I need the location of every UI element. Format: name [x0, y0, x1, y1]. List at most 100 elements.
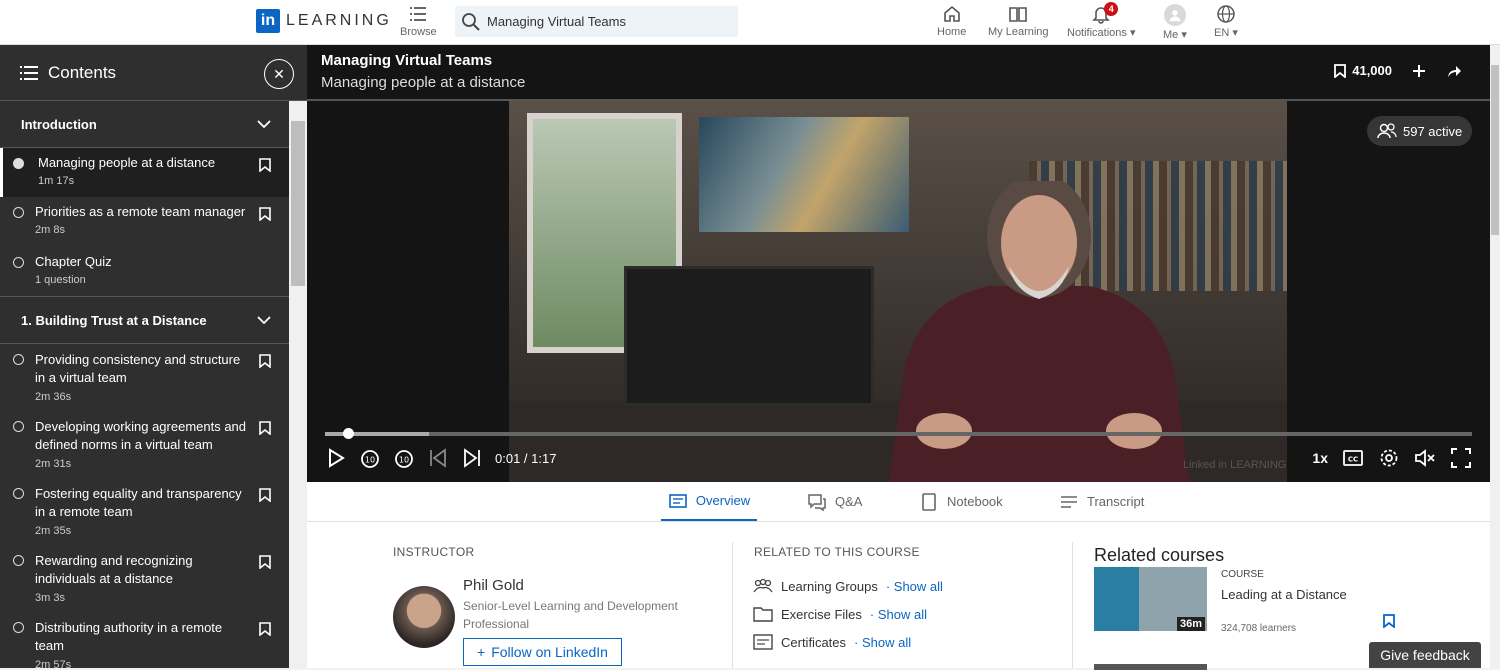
rewind-10-icon[interactable]: 10 — [359, 447, 381, 469]
give-feedback-button[interactable]: Give feedback — [1369, 642, 1481, 668]
me-nav[interactable]: Me ▾ — [1163, 4, 1187, 41]
list-item[interactable]: Chapter Quiz 1 question — [0, 247, 289, 297]
notebook-icon — [922, 492, 936, 511]
bookmark-icon[interactable] — [259, 488, 271, 502]
item-title: Fostering equality and transparency in a… — [35, 486, 242, 519]
bookmark-icon[interactable] — [259, 354, 271, 368]
bookmark-icon[interactable] — [259, 555, 271, 569]
section-header-building-trust[interactable]: 1. Building Trust at a Distance — [0, 297, 289, 344]
linkedin-learning-logo[interactable]: in LEARNING — [256, 9, 392, 33]
brand-text: LEARNING — [286, 12, 392, 29]
browse-button[interactable]: Browse — [400, 4, 437, 38]
item-duration: 2m 31s — [35, 458, 72, 470]
show-all-link[interactable]: · Show all — [854, 635, 911, 650]
list-item[interactable]: Developing working agreements and define… — [0, 411, 289, 478]
me-label: Me ▾ — [1163, 29, 1187, 41]
list-item[interactable]: Distributing authority in a remote team … — [0, 612, 289, 668]
close-sidebar-button[interactable]: ✕ — [264, 59, 294, 89]
notifications-nav[interactable]: 4 Notifications ▾ — [1067, 2, 1136, 39]
tab-overview[interactable]: Overview — [661, 482, 757, 521]
video-progress-bar[interactable] — [325, 428, 1472, 439]
save-count: 41,000 — [1352, 63, 1392, 78]
instructor-video-figure — [889, 181, 1189, 482]
item-title: Chapter Quiz — [35, 254, 112, 269]
notifications-label: Notifications ▾ — [1067, 27, 1136, 39]
svg-text:CC: CC — [1348, 456, 1358, 464]
bookmark-icon[interactable] — [259, 421, 271, 435]
active-count: 597 active — [1403, 123, 1463, 139]
progress-handle[interactable] — [343, 428, 355, 439]
course-title: Managing Virtual Teams — [321, 52, 493, 69]
fullscreen-icon[interactable] — [1450, 447, 1472, 469]
related-course-thumbnail[interactable]: 36m — [1094, 567, 1207, 631]
active-learners-badge[interactable]: 597 active — [1367, 116, 1473, 146]
next-video-icon[interactable] — [461, 447, 483, 469]
tab-transcript[interactable]: Transcript — [1059, 482, 1144, 521]
list-item[interactable]: Fostering equality and transparency in a… — [0, 478, 289, 545]
globe-icon — [1217, 5, 1235, 23]
scrollbar-thumb[interactable] — [291, 121, 305, 286]
page-scrollbar[interactable] — [1490, 45, 1500, 668]
mute-icon[interactable] — [1414, 447, 1436, 469]
share-icon[interactable] — [1446, 64, 1462, 78]
instructor-title: Senior-Level Learning and Development Pr… — [463, 599, 678, 631]
speed-button[interactable]: 1x — [1312, 450, 1328, 466]
add-icon[interactable] — [1412, 64, 1426, 78]
svg-text:10: 10 — [365, 456, 375, 465]
related-courses-heading: Related courses — [1094, 545, 1225, 565]
search-input[interactable] — [487, 14, 727, 29]
related-course-thumbnail-2[interactable] — [1094, 664, 1207, 670]
item-title: Rewarding and recognizing individuals at… — [35, 553, 193, 586]
unwatched-indicator-icon — [13, 421, 24, 432]
avatar — [1163, 4, 1186, 26]
item-duration: 2m 57s — [35, 659, 72, 668]
instructor-label: INSTRUCTOR — [393, 545, 475, 559]
video-frame — [509, 101, 1287, 482]
sidebar-title: Contents — [48, 62, 117, 82]
video-player[interactable]: Managing Virtual Teams Managing people a… — [307, 45, 1490, 482]
list-item[interactable]: Priorities as a remote team manager 2m 8… — [0, 197, 289, 247]
play-icon[interactable] — [325, 447, 347, 469]
my-learning-nav[interactable]: My Learning — [988, 4, 1049, 38]
item-duration: 1 question — [35, 274, 86, 286]
tab-qa[interactable]: Q&A — [807, 482, 862, 521]
section-title: 1. Building Trust at a Distance — [21, 312, 207, 328]
related-item-label: Certificates — [781, 634, 847, 650]
settings-gear-icon[interactable] — [1378, 447, 1400, 469]
follow-on-linkedin-button[interactable]: + Follow on LinkedIn — [463, 638, 622, 666]
chevron-down-icon — [257, 316, 271, 324]
unwatched-indicator-icon — [13, 488, 24, 499]
instructor-name[interactable]: Phil Gold — [463, 577, 524, 594]
closed-captions-icon[interactable]: CC — [1342, 447, 1364, 469]
bookmark-icon[interactable] — [259, 622, 271, 636]
bookmark-icon[interactable] — [259, 207, 271, 221]
tab-label: Overview — [695, 493, 751, 508]
language-label: EN ▾ — [1214, 27, 1238, 39]
page-scrollbar-thumb[interactable] — [1491, 65, 1499, 235]
buffered-bar — [325, 432, 429, 436]
sidebar-scrollbar[interactable] — [289, 101, 307, 668]
previous-video-icon[interactable] — [427, 447, 449, 469]
save-course-button[interactable]: 41,000 — [1334, 63, 1392, 78]
chevron-down-icon — [257, 120, 271, 128]
forward-10-icon[interactable]: 10 — [393, 447, 415, 469]
instructor-photo[interactable] — [393, 586, 455, 648]
list-item[interactable]: Rewarding and recognizing individuals at… — [0, 545, 289, 612]
tab-notebook[interactable]: Notebook — [919, 482, 1003, 521]
show-all-link[interactable]: · Show all — [886, 579, 943, 594]
home-nav[interactable]: Home — [937, 4, 966, 38]
search-bar[interactable] — [455, 6, 738, 37]
bookmark-icon[interactable] — [1383, 614, 1395, 628]
list-item[interactable]: Managing people at a distance 1m 17s — [0, 148, 289, 197]
list-item[interactable]: Providing consistency and structure in a… — [0, 344, 289, 411]
bookmark-icon[interactable] — [259, 158, 271, 172]
user-icon — [1169, 10, 1181, 22]
show-all-link[interactable]: · Show all — [870, 607, 927, 622]
exercise-files-row: Exercise Files · Show all — [753, 605, 927, 623]
title-divider — [307, 99, 1490, 101]
svg-text:10: 10 — [399, 456, 409, 465]
related-course-title[interactable]: Leading at a Distance — [1221, 587, 1347, 602]
section-header-introduction[interactable]: Introduction — [0, 101, 289, 148]
linkedin-logo-icon: in — [256, 9, 280, 33]
language-nav[interactable]: EN ▾ — [1214, 4, 1238, 39]
